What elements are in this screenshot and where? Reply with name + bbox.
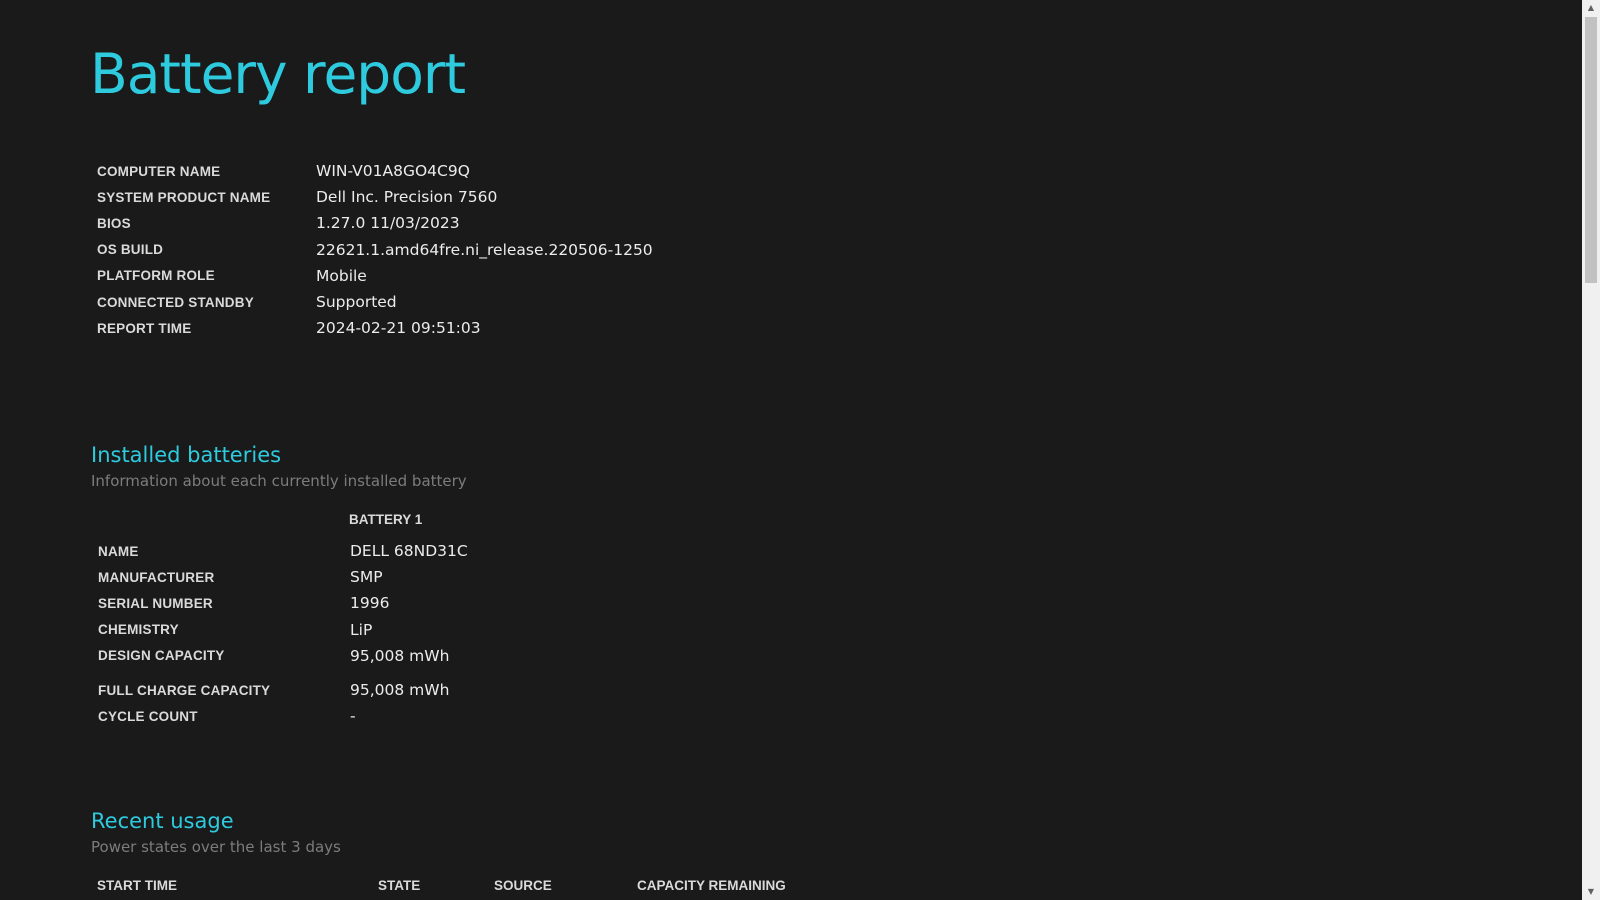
scroll-up-arrow-icon[interactable]: ▲ <box>1582 0 1600 16</box>
system-info-value: Supported <box>316 293 397 312</box>
battery-label: SERIAL NUMBER <box>98 595 213 611</box>
system-info-row: OS BUILD 22621.1.amd64fre.ni_release.220… <box>97 237 653 263</box>
usage-column-source: SOURCE <box>494 878 552 893</box>
system-info-value: 1.27.0 11/03/2023 <box>316 214 460 233</box>
system-info-label: COMPUTER NAME <box>97 163 221 179</box>
system-info-row: CONNECTED STANDBY Supported <box>97 289 653 315</box>
battery-label: MANUFACTURER <box>98 569 215 585</box>
battery-label: NAME <box>98 543 139 559</box>
recent-usage-title: Recent usage <box>91 809 234 833</box>
system-info-value: 22621.1.amd64fre.ni_release.220506-1250 <box>316 240 653 259</box>
battery-value: 95,008 mWh <box>350 681 450 700</box>
system-info-label: PLATFORM ROLE <box>97 268 215 284</box>
battery-value: SMP <box>350 568 383 587</box>
battery-row: MANUFACTURER SMP <box>98 564 468 590</box>
battery-value: 1996 <box>350 594 390 613</box>
system-info-label: SYSTEM PRODUCT NAME <box>97 189 271 205</box>
system-info-label: CONNECTED STANDBY <box>97 294 254 310</box>
battery-value: 95,008 mWh <box>350 646 450 665</box>
system-info-row: SYSTEM PRODUCT NAME Dell Inc. Precision … <box>97 184 653 210</box>
battery-label: CYCLE COUNT <box>98 708 198 724</box>
recent-usage-subtitle: Power states over the last 3 days <box>91 838 341 856</box>
battery-row: FULL CHARGE CAPACITY 95,008 mWh <box>98 669 468 703</box>
system-info-value: WIN-V01A8GO4C9Q <box>316 162 470 181</box>
page-title: Battery report <box>90 42 466 106</box>
vertical-scrollbar[interactable]: ▲ ▼ <box>1582 0 1600 900</box>
system-info-value: Mobile <box>316 266 367 285</box>
system-info-row: COMPUTER NAME WIN-V01A8GO4C9Q <box>97 158 653 184</box>
battery-row: CYCLE COUNT - <box>98 703 468 729</box>
battery-row: SERIAL NUMBER 1996 <box>98 590 468 616</box>
system-info-label: BIOS <box>97 215 131 231</box>
battery-label: CHEMISTRY <box>98 622 179 638</box>
system-info-row: PLATFORM ROLE Mobile <box>97 263 653 289</box>
system-info-table: COMPUTER NAME WIN-V01A8GO4C9Q SYSTEM PRO… <box>97 158 653 341</box>
battery-value: LiP <box>350 620 373 639</box>
scrollbar-thumb[interactable] <box>1585 17 1597 283</box>
battery-label: FULL CHARGE CAPACITY <box>98 682 271 698</box>
battery-row: CHEMISTRY LiP <box>98 617 468 643</box>
battery-value: - <box>350 707 356 726</box>
usage-column-capacity-remaining: CAPACITY REMAINING <box>637 878 786 893</box>
battery-row: DESIGN CAPACITY 95,008 mWh <box>98 643 468 669</box>
system-info-row: BIOS 1.27.0 11/03/2023 <box>97 210 653 236</box>
scroll-down-arrow-icon[interactable]: ▼ <box>1582 884 1600 900</box>
system-info-row: REPORT TIME 2024-02-21 09:51:03 <box>97 315 653 341</box>
installed-batteries-title: Installed batteries <box>91 443 282 467</box>
battery-value: DELL 68ND31C <box>350 542 468 561</box>
battery-report-page: Battery report COMPUTER NAME WIN-V01A8GO… <box>0 0 1582 900</box>
usage-column-state: STATE <box>378 878 421 893</box>
installed-batteries-table: NAME DELL 68ND31C MANUFACTURER SMP SERIA… <box>98 509 468 729</box>
battery-row: NAME DELL 68ND31C <box>98 538 468 564</box>
system-info-value: 2024-02-21 09:51:03 <box>316 319 481 338</box>
system-info-label: REPORT TIME <box>97 320 192 336</box>
system-info-value: Dell Inc. Precision 7560 <box>316 188 498 207</box>
battery-header-spacer <box>98 509 468 538</box>
battery-label: DESIGN CAPACITY <box>98 648 225 664</box>
usage-column-start-time: START TIME <box>97 878 177 893</box>
system-info-label: OS BUILD <box>97 242 164 258</box>
installed-batteries-subtitle: Information about each currently install… <box>91 472 467 490</box>
